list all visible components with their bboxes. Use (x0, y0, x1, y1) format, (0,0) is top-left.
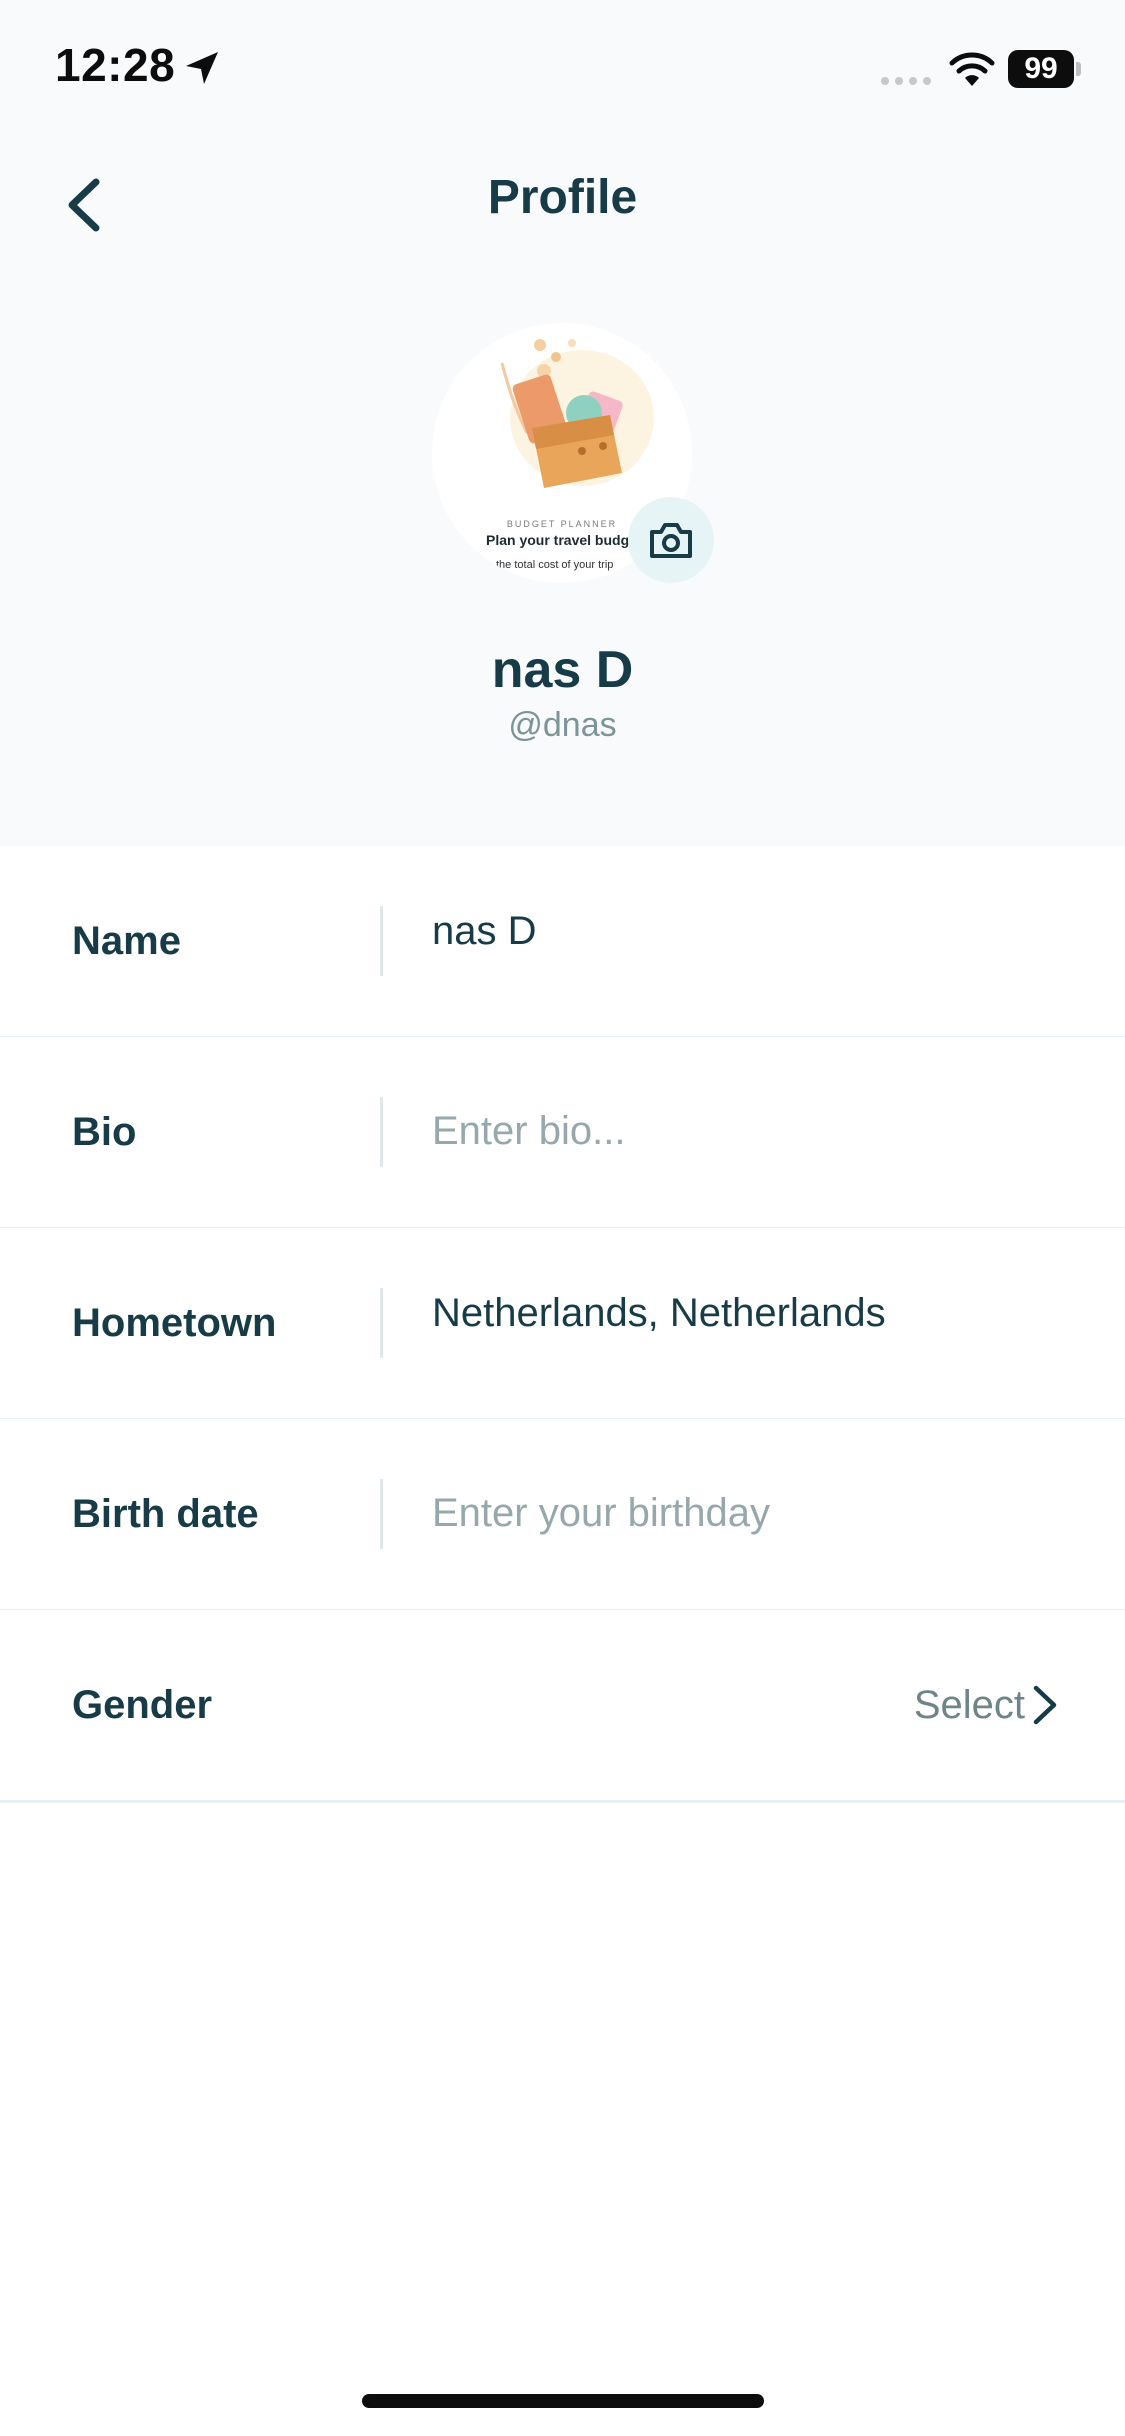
cellular-signal-icon (881, 77, 931, 85)
birth-date-row: Birth date (0, 1419, 1125, 1612)
wifi-icon (949, 52, 995, 86)
change-photo-button[interactable] (628, 497, 714, 583)
name-field[interactable]: nas D (432, 846, 1085, 1016)
battery-cap (1076, 62, 1081, 76)
row-divider (380, 1097, 383, 1167)
profile-handle: @dnas (508, 706, 617, 744)
hometown-row: Hometown Netherlands, Netherlands (0, 1228, 1125, 1421)
avatar-caption-sub: the total cost of your trip (496, 559, 614, 571)
bio-label: Bio (72, 1109, 137, 1154)
bio-input[interactable] (432, 1099, 1072, 1163)
gender-select-value[interactable]: Select (914, 1610, 1025, 1800)
row-divider (380, 1479, 383, 1549)
profile-display-name: nas D (491, 641, 634, 699)
birth-date-input[interactable] (432, 1481, 1072, 1545)
birth-date-label: Birth date (72, 1491, 259, 1536)
gender-row[interactable]: Gender Select (0, 1610, 1125, 1803)
row-divider (380, 906, 383, 976)
battery-icon: 99 (1008, 50, 1081, 88)
avatar-caption-title: Plan your travel budget (486, 532, 642, 548)
battery-level: 99 (1008, 50, 1074, 88)
gender-label: Gender (72, 1682, 213, 1727)
name-label: Name (72, 918, 181, 963)
bio-row: Bio (0, 1037, 1125, 1230)
profile-header: 12:28 99 Profile BUDGET PLANNER Plan you… (0, 0, 1125, 849)
page-title: Profile (487, 171, 638, 224)
hometown-label: Hometown (72, 1300, 277, 1345)
home-indicator[interactable] (362, 2394, 764, 2408)
status-time: 12:28 (55, 39, 176, 91)
camera-icon (650, 523, 692, 558)
hometown-field[interactable]: Netherlands, Netherlands (432, 1228, 1085, 1398)
name-row: Name nas D (0, 846, 1125, 1039)
chevron-right-icon[interactable] (1030, 1682, 1060, 1728)
row-divider (380, 1288, 383, 1358)
location-arrow-icon (186, 52, 218, 84)
